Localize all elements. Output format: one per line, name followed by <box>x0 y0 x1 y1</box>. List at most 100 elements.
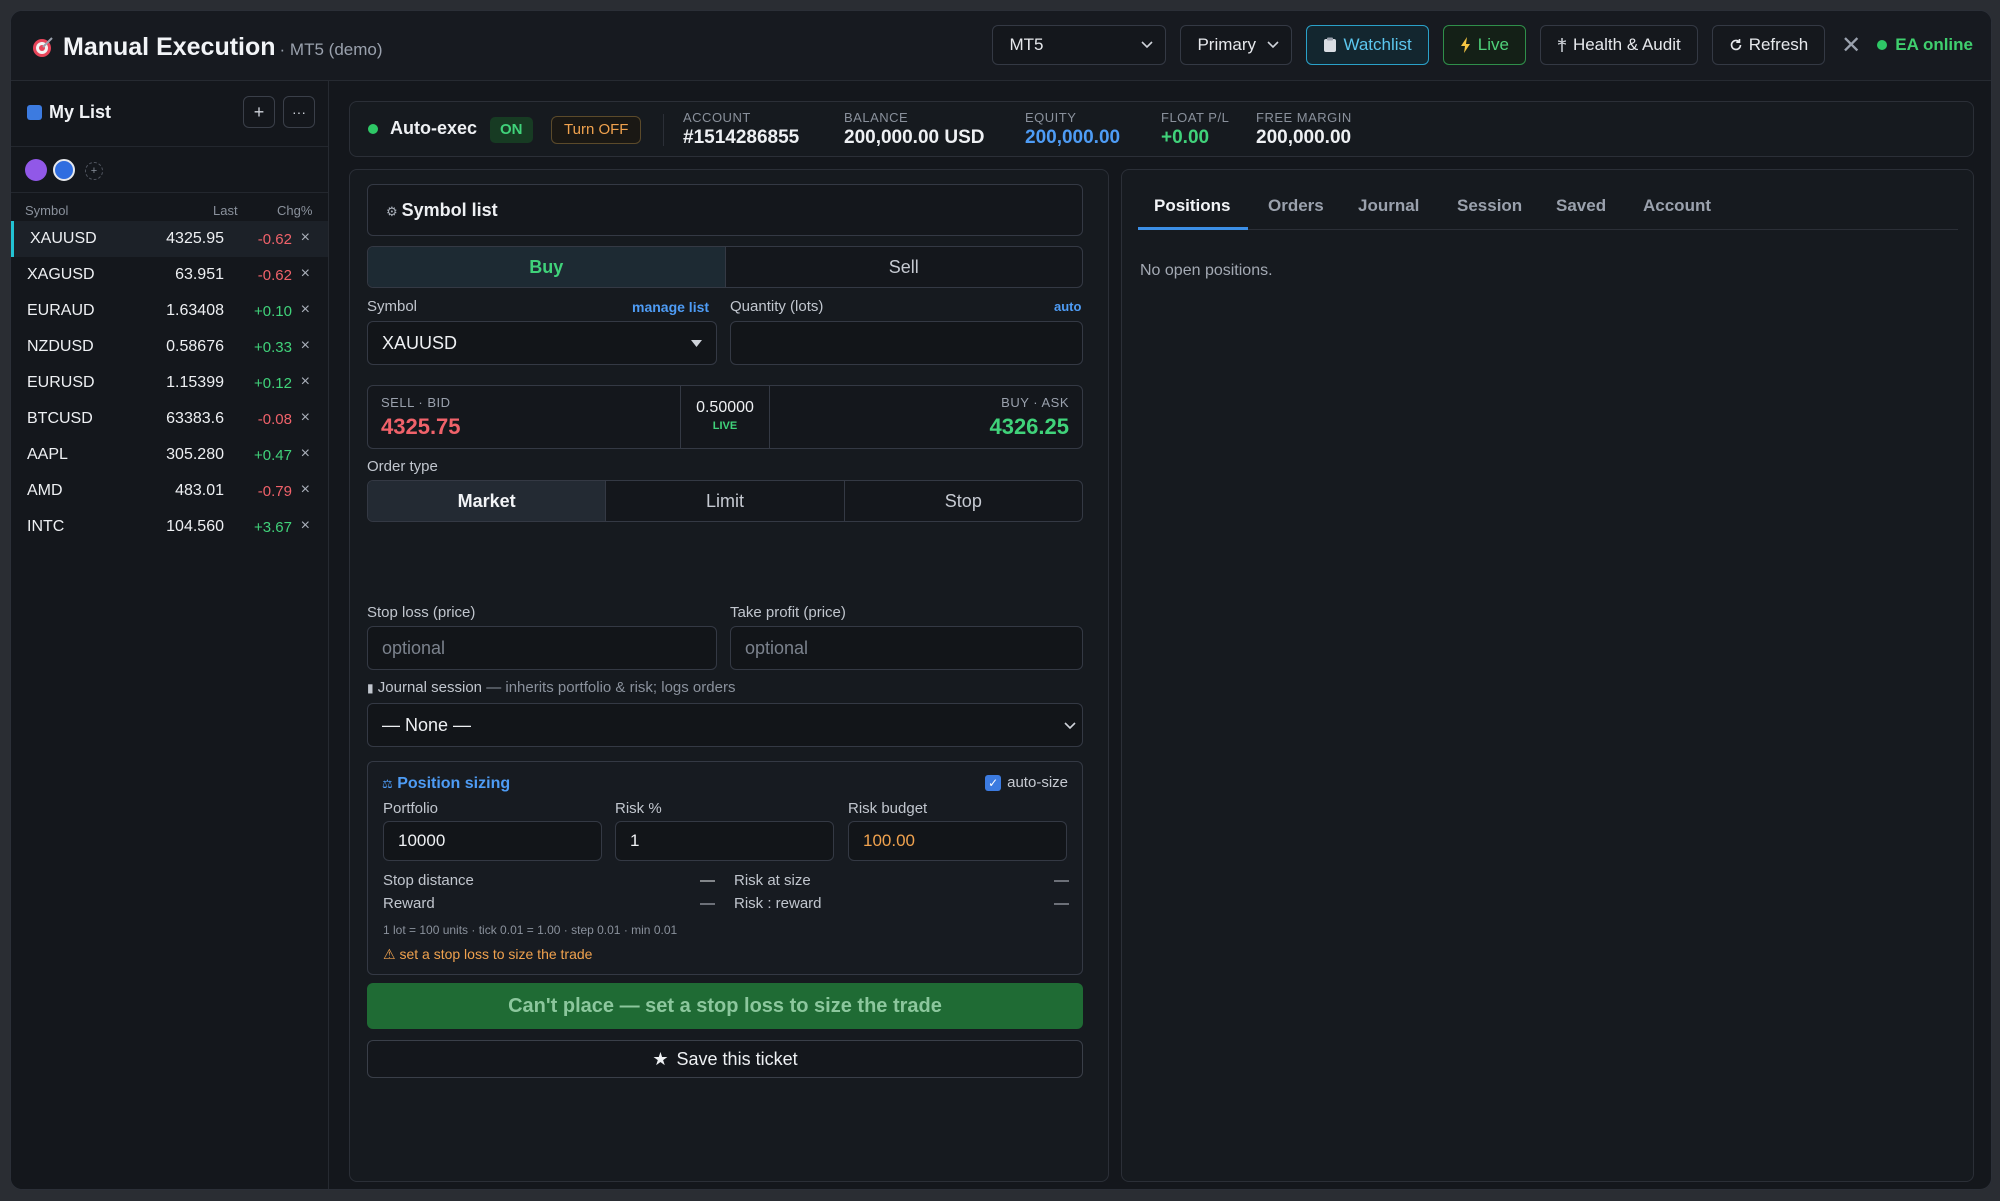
auto-size-label: auto-size <box>1007 774 1068 791</box>
live-button[interactable]: Live <box>1442 25 1526 65</box>
limit-order-button[interactable]: Limit <box>606 481 845 521</box>
sell-bid-cell[interactable]: SELL · BID 4325.75 <box>368 386 681 448</box>
symbol-select-value: XAUUSD <box>382 332 458 353</box>
target-icon <box>33 37 53 57</box>
row-last: 4325.95 <box>166 230 224 247</box>
close-icon[interactable]: ✕ <box>1839 31 1863 60</box>
remove-symbol-icon[interactable]: × <box>301 517 310 535</box>
clipboard-icon <box>1324 37 1337 52</box>
row-change: +0.12 <box>254 375 292 392</box>
stop-distance-label: Stop distance <box>383 872 474 889</box>
table-row[interactable]: NZDUSD 0.58676 +0.33 × <box>11 329 328 365</box>
table-row[interactable]: EURAUD 1.63408 +0.10 × <box>11 293 328 329</box>
auto-size-toggle[interactable]: ✓ auto-size <box>985 774 1068 791</box>
stop-loss-input[interactable]: optional <box>367 626 717 670</box>
table-row[interactable]: INTC 104.560 +3.67 × <box>11 509 328 545</box>
remove-symbol-icon[interactable]: × <box>301 301 310 319</box>
account-key: ACCOUNT <box>683 110 751 125</box>
save-ticket-button[interactable]: ★ Save this ticket <box>367 1040 1083 1078</box>
watchlist-button[interactable]: Watchlist <box>1306 25 1429 65</box>
tab-journal[interactable]: Journal <box>1358 196 1419 216</box>
refresh-label: Refresh <box>1748 35 1809 54</box>
divider <box>663 114 664 146</box>
table-row[interactable]: EURUSD 1.15399 +0.12 × <box>11 365 328 401</box>
remove-symbol-icon[interactable]: × <box>301 337 310 355</box>
remove-symbol-icon[interactable]: × <box>301 265 310 283</box>
buy-ask-cell[interactable]: BUY · ASK 4326.25 <box>770 386 1082 448</box>
row-change: +0.47 <box>254 447 292 464</box>
table-row[interactable]: XAGUSD 63.951 -0.62 × <box>11 257 328 293</box>
place-order-label: Can't place — set a stop loss to size th… <box>508 994 942 1017</box>
reward-label: Reward <box>383 895 435 912</box>
symbol-list-toggle[interactable]: ⚙ Symbol list <box>367 184 1083 236</box>
tab-session[interactable]: Session <box>1457 196 1522 216</box>
order-type-label: Order type <box>367 458 438 475</box>
buy-button[interactable]: Buy <box>368 247 726 287</box>
tab-positions[interactable]: Positions <box>1154 196 1231 216</box>
risk-percent-input[interactable]: 1 <box>615 821 834 861</box>
refresh-button[interactable]: Refresh <box>1711 25 1826 65</box>
sell-button[interactable]: Sell <box>726 247 1083 287</box>
table-row[interactable]: AMD 483.01 -0.79 × <box>11 473 328 509</box>
purple-list-button[interactable] <box>25 159 47 181</box>
add-symbol-button[interactable]: + <box>243 96 275 128</box>
more-options-button[interactable]: ··· <box>283 96 315 128</box>
sell-bid-key: SELL · BID <box>381 395 451 410</box>
remove-symbol-icon[interactable]: × <box>301 481 310 499</box>
journal-hint: — inherits portfolio & risk; logs orders <box>486 679 736 696</box>
risk-budget-value: 100.00 <box>863 831 915 850</box>
column-last: Last <box>213 203 238 218</box>
risk-percent-value: 1 <box>630 831 640 850</box>
remove-symbol-icon[interactable]: × <box>301 409 310 427</box>
account-select-value: Primary <box>1197 35 1256 54</box>
risk-budget-input[interactable]: 100.00 <box>848 821 1067 861</box>
turn-off-button[interactable]: Turn OFF <box>551 116 642 144</box>
blue-list-button[interactable] <box>53 159 75 181</box>
tab-saved[interactable]: Saved <box>1556 196 1606 216</box>
portfolio-input[interactable]: 10000 <box>383 821 602 861</box>
tab-account[interactable]: Account <box>1643 196 1711 216</box>
remove-symbol-icon[interactable]: × <box>301 445 310 463</box>
place-order-button[interactable]: Can't place — set a stop loss to size th… <box>367 983 1083 1029</box>
checkbox-checked-icon[interactable]: ✓ <box>985 774 1002 791</box>
row-symbol: AMD <box>27 482 63 499</box>
health-audit-button[interactable]: Health & Audit <box>1539 25 1698 65</box>
remove-symbol-icon[interactable]: × <box>301 229 310 247</box>
order-type-toggle: Market Limit Stop <box>367 480 1083 522</box>
table-row[interactable]: AAPL 305.280 +0.47 × <box>11 437 328 473</box>
table-row[interactable]: BTCUSD 63383.6 -0.08 × <box>11 401 328 437</box>
platform-select[interactable]: MT5 <box>992 25 1167 65</box>
float-pl-key: FLOAT P/L <box>1161 110 1230 125</box>
chevron-down-icon <box>1267 41 1280 49</box>
auto-quantity-link[interactable]: auto <box>1054 299 1081 314</box>
stop-order-button[interactable]: Stop <box>845 481 1082 521</box>
row-symbol: BTCUSD <box>27 410 93 427</box>
symbol-select[interactable]: XAUUSD <box>367 321 717 365</box>
balance-stat: BALANCE 200,000.00 USD <box>844 110 985 149</box>
row-change: -0.62 <box>257 231 292 248</box>
account-value: #1514286855 <box>683 127 800 148</box>
refresh-icon <box>1730 39 1742 51</box>
portfolio-value: 10000 <box>398 831 446 850</box>
symbol-table: XAUUSD 4325.95 -0.62 × XAGUSD 63.951 -0.62 × EUR… <box>11 221 328 545</box>
buy-ask-key: BUY · ASK <box>1001 395 1069 410</box>
row-change: -0.62 <box>257 267 292 284</box>
risk-at-size-label: Risk at size <box>734 872 811 889</box>
chevron-down-icon <box>1064 722 1076 730</box>
column-symbol: Symbol <box>25 203 69 218</box>
position-sizing-panel: ⚖ Position sizing ✓ auto-size Portfolio … <box>367 761 1083 975</box>
tab-orders[interactable]: Orders <box>1268 196 1324 216</box>
market-order-button[interactable]: Market <box>368 481 607 521</box>
journal-session-select[interactable]: — None — <box>367 703 1083 747</box>
platform-select-value: MT5 <box>1009 35 1044 54</box>
table-row[interactable]: XAUUSD 4325.95 -0.62 × <box>11 221 328 257</box>
quantity-input[interactable] <box>730 321 1083 365</box>
free-margin-key: FREE MARGIN <box>1256 110 1352 125</box>
manage-list-link[interactable]: manage list <box>632 299 709 315</box>
risk-percent-label: Risk % <box>615 800 662 817</box>
remove-symbol-icon[interactable]: × <box>301 373 310 391</box>
take-profit-input[interactable]: optional <box>730 626 1083 670</box>
account-select[interactable]: Primary <box>1180 25 1293 65</box>
row-last: 104.560 <box>166 518 224 535</box>
add-list-button[interactable]: + <box>85 162 103 180</box>
